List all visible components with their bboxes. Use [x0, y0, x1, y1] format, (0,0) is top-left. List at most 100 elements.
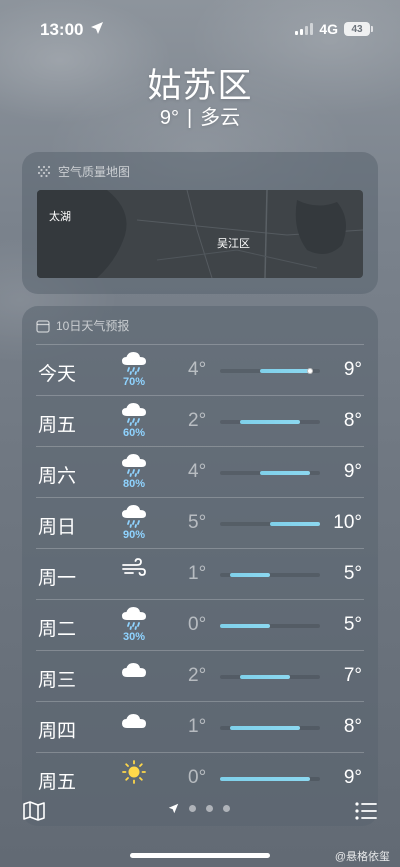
forecast-high: 9° [343, 359, 362, 380]
status-time: 13:00 [40, 20, 84, 39]
precipitation-chance: 70% [122, 376, 146, 388]
rain-cloud-icon [120, 605, 148, 631]
page-indicator[interactable] [168, 803, 230, 814]
bottom-toolbar [0, 790, 400, 840]
rain-cloud-icon [120, 350, 148, 376]
map-icon[interactable] [22, 800, 46, 822]
temperature-range-bar [230, 726, 300, 730]
temperature-range-bar [260, 471, 310, 475]
forecast-low: 4° [188, 359, 207, 380]
forecast-day: 周五 [38, 415, 77, 436]
forecast-day: 周四 [38, 721, 77, 742]
battery-level: 43 [351, 23, 363, 35]
precipitation-chance: 90% [122, 529, 146, 541]
calendar-icon [36, 319, 50, 333]
forecast-day: 周一 [38, 568, 77, 589]
air-quality-header: 空气质量地图 [22, 152, 378, 180]
air-quality-title: 空气质量地图 [58, 165, 131, 179]
temperature-range-track [220, 675, 320, 679]
temperature-range-bar [240, 675, 290, 679]
forecast-high: 10° [333, 512, 362, 533]
temperature-range-bar [270, 522, 320, 526]
city-name: 姑苏区 [147, 67, 253, 105]
forecast-day: 今天 [38, 364, 77, 385]
temperature-range-track [220, 573, 320, 577]
forecast-row[interactable]: 今天 70% 4° 9° [36, 344, 364, 395]
forecast-day: 周日 [38, 517, 77, 538]
air-quality-dots-icon [37, 165, 51, 177]
forecast-row[interactable]: 周四 1° 8° [36, 701, 364, 752]
forecast-high: 5° [343, 563, 362, 584]
forecast-row[interactable]: 周五 60% 2° 8° [36, 395, 364, 446]
temperature-range-bar [240, 420, 300, 424]
forecast-row[interactable]: 周日 90% 5° 10° [36, 497, 364, 548]
forecast-high: 9° [343, 767, 362, 788]
temperature-range-bar [220, 624, 270, 628]
forecast-day: 周三 [38, 670, 77, 691]
temperature-range-track [220, 368, 320, 374]
list-icon[interactable] [354, 800, 378, 822]
current-conditions: 9° | 多云 [0, 101, 400, 130]
forecast-high: 5° [343, 614, 362, 635]
temperature-range-track [220, 420, 320, 424]
forecast-row[interactable]: 周三 2° 7° [36, 650, 364, 701]
status-bar: 13:00 4G 43 [0, 0, 400, 56]
cellular-signal-icon [295, 23, 314, 35]
forecast-low: 5° [188, 512, 207, 533]
forecast-row[interactable]: 周一 1° 5° [36, 548, 364, 599]
map-label-taihu: 太湖 [49, 211, 71, 223]
watermark: @悬格依玺 [334, 851, 390, 863]
wind-icon [120, 554, 148, 580]
temperature-range-bar [220, 777, 310, 781]
current-condition: 多云 [200, 107, 241, 129]
forecast-low: 1° [188, 563, 207, 584]
status-indicators: 4G 43 [295, 21, 373, 37]
page-dot [206, 805, 213, 812]
temperature-range-track [220, 726, 320, 730]
location-page-icon [168, 803, 179, 814]
forecast-high: 8° [343, 716, 362, 737]
air-quality-card[interactable]: 空气质量地图 太湖 吴江区 [22, 152, 378, 294]
forecast-day: 周六 [38, 466, 77, 487]
air-quality-map[interactable]: 太湖 吴江区 [37, 190, 363, 278]
temperature-range-track [220, 777, 320, 781]
current-temperature: 9° [159, 107, 179, 129]
forecast-row[interactable]: 周六 80% 4° 9° [36, 446, 364, 497]
map-graphic [37, 190, 363, 278]
forecast-header: 10日天气预报 [22, 306, 378, 334]
rain-cloud-icon [120, 503, 148, 529]
forecast-low: 2° [188, 665, 207, 686]
temperature-range-track [220, 471, 320, 475]
forecast-high: 7° [343, 665, 362, 686]
precipitation-chance: 30% [122, 631, 146, 643]
temperature-range-track [220, 522, 320, 526]
precipitation-chance: 80% [122, 478, 146, 490]
page-dot [189, 805, 196, 812]
page-dot [223, 805, 230, 812]
current-temperature-dot [307, 368, 313, 374]
location-arrow-icon [91, 22, 103, 34]
conditions-separator: | [186, 107, 193, 129]
forecast-row[interactable]: 周二 30% 0° 5° [36, 599, 364, 650]
cloud-icon [120, 707, 148, 733]
sun-icon [120, 758, 148, 784]
forecast-low: 2° [188, 410, 207, 431]
temperature-range-bar [260, 369, 310, 373]
forecast-high: 8° [343, 410, 362, 431]
forecast-low: 0° [188, 767, 207, 788]
battery-icon: 43 [344, 22, 373, 36]
forecast-day: 周二 [38, 619, 77, 640]
map-label-wujiang: 吴江区 [217, 238, 250, 250]
forecast-high: 9° [343, 461, 362, 482]
forecast-list: 今天 70% 4° 9° 周五 60% 2° 8° 周六 80% 4° 9° 周日 90% 5° 10° 周一 1… [36, 344, 364, 803]
rain-cloud-icon [120, 401, 148, 427]
precipitation-chance: 60% [122, 427, 146, 439]
forecast-low: 1° [188, 716, 207, 737]
forecast-low: 0° [188, 614, 207, 635]
temperature-range-track [220, 624, 320, 628]
ten-day-forecast-card[interactable]: 10日天气预报 今天 70% 4° 9° 周五 60% 2° 8° 周六 80% 4° 9° 周日 90%… [22, 306, 378, 826]
network-type: 4G [319, 21, 338, 37]
cloud-icon [120, 656, 148, 682]
home-indicator[interactable] [130, 853, 270, 858]
forecast-title: 10日天气预报 [56, 319, 130, 333]
